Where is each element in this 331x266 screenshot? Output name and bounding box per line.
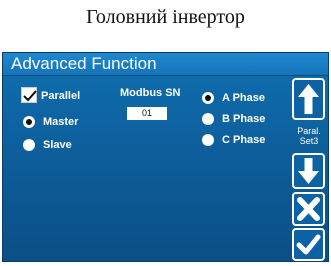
parallel-checkbox[interactable] [21, 87, 37, 103]
phase-c-radio[interactable] [202, 134, 214, 146]
down-button[interactable] [292, 153, 325, 189]
paral-set-label: Paral. Set3 [290, 126, 328, 146]
parallel-label: Parallel [41, 90, 81, 102]
checkmark-icon [23, 90, 37, 102]
arrow-down-icon [298, 158, 319, 184]
modbus-sn-label: Modbus SN [120, 87, 181, 99]
paral-label: Paral. [297, 126, 321, 136]
inverter-screen: Advanced Function Parallel Master Slave … [2, 52, 329, 262]
set-label: Set3 [299, 136, 319, 146]
slave-label: Slave [43, 139, 72, 151]
page-caption: Головний інвертор [86, 6, 245, 28]
title-bar: Advanced Function [3, 53, 328, 76]
modbus-sn-input[interactable]: 01 [127, 107, 167, 120]
cancel-button[interactable] [292, 192, 325, 226]
confirm-button[interactable] [292, 228, 325, 261]
right-sidebar: Paral. Set3 [290, 75, 328, 261]
arrow-up-icon [298, 84, 319, 114]
phase-c-label: C Phase [222, 134, 266, 146]
up-button[interactable] [292, 78, 325, 120]
phase-b-label: B Phase [222, 113, 266, 125]
window-title: Advanced Function [11, 54, 157, 73]
slave-radio[interactable] [23, 139, 35, 151]
master-label: Master [43, 116, 79, 128]
checkmark-icon [296, 234, 321, 255]
master-radio[interactable] [23, 116, 35, 128]
phase-b-radio[interactable] [202, 113, 214, 125]
phase-a-radio[interactable] [202, 92, 214, 104]
phase-a-label: A Phase [222, 92, 266, 104]
close-icon [297, 197, 320, 221]
